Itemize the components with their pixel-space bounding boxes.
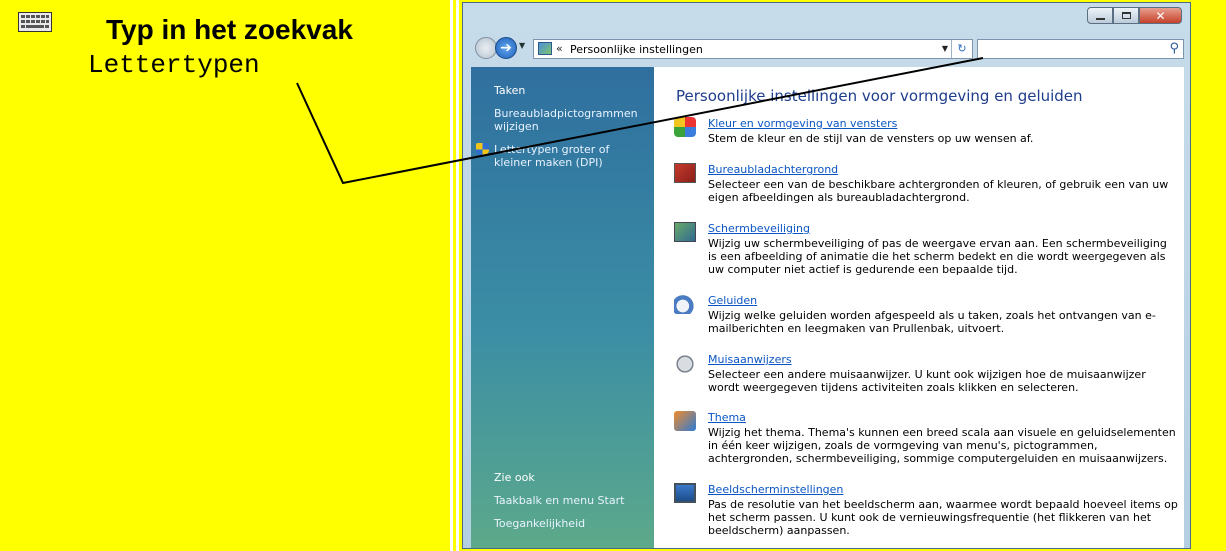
see-also-heading: Zie ook: [494, 471, 535, 484]
mouse-pointer-icon[interactable]: [674, 353, 696, 373]
minimize-button[interactable]: [1087, 7, 1113, 24]
instruction-title: Typ in het zoekvak: [106, 14, 353, 45]
task-pane: Taken Bureaubladpictogrammen wijzigen Le…: [471, 67, 654, 548]
back-button[interactable]: [475, 37, 497, 59]
address-bar[interactable]: « Persoonlijke instellingen ▼ ↻: [533, 39, 973, 59]
maximize-button[interactable]: [1113, 7, 1139, 24]
item-description: Selecteer een van de beschikbare achterg…: [708, 178, 1169, 205]
item-description: Pas de resolutie van het beeldscherm aan…: [708, 498, 1178, 538]
control-panel-icon: [538, 42, 552, 55]
window-color-link[interactable]: Kleur en vormgeving van vensters: [708, 117, 897, 130]
mouse-pointers-link[interactable]: Muisaanwijzers: [708, 353, 792, 366]
divider-left: [450, 0, 453, 551]
close-button[interactable]: ✕: [1139, 7, 1182, 24]
item-description: Wijzig uw schermbeveiliging of pas de we…: [708, 237, 1167, 277]
desktop-background-link[interactable]: Bureaubladachtergrond: [708, 163, 838, 176]
item-description: Wijzig het thema. Thema's kunnen een bre…: [708, 426, 1176, 466]
task-link-desktop-icons[interactable]: Bureaubladpictogrammen wijzigen: [494, 107, 644, 133]
refresh-button[interactable]: ↻: [951, 40, 972, 58]
control-panel-window: ✕ ➔ ▼ « Persoonlijke instellingen ▼ ↻ ⚲ …: [462, 2, 1191, 549]
instruction-input-text: Lettertypen: [88, 50, 260, 80]
item-description: Stem de kleur en de stijl van de venster…: [708, 132, 1034, 145]
sounds-link[interactable]: Geluiden: [708, 294, 757, 307]
screensaver-icon[interactable]: [674, 222, 696, 242]
screensaver-link[interactable]: Schermbeveiliging: [708, 222, 810, 235]
close-icon: ✕: [1155, 8, 1166, 23]
sound-icon[interactable]: [674, 294, 696, 314]
item-description: Wijzig welke geluiden worden afgespeeld …: [708, 309, 1156, 336]
breadcrumb-overflow[interactable]: «: [556, 42, 563, 55]
window-controls: ✕: [1087, 7, 1182, 24]
search-input[interactable]: ⚲: [977, 39, 1184, 59]
see-also-link-accessibility[interactable]: Toegankelijkheid: [494, 517, 585, 530]
recent-pages-dropdown[interactable]: ▼: [519, 41, 525, 50]
keyboard-icon: [18, 12, 52, 32]
tasks-heading: Taken: [494, 84, 526, 97]
item-description: Selecteer een andere muisaanwijzer. U ku…: [708, 368, 1146, 395]
desktop-background-icon[interactable]: [674, 163, 696, 183]
see-also-link-taskbar[interactable]: Taakbalk en menu Start: [494, 494, 624, 507]
theme-link[interactable]: Thema: [708, 411, 746, 424]
color-palette-icon[interactable]: [674, 117, 696, 137]
minimize-icon: [1095, 17, 1105, 20]
display-settings-icon[interactable]: [674, 483, 696, 503]
task-link-font-size[interactable]: Lettertypen groter of kleiner maken (DPI…: [494, 143, 644, 169]
maximize-icon: [1121, 12, 1131, 19]
navigation-bar: ➔ ▼ « Persoonlijke instellingen ▼ ↻ ⚲: [471, 35, 1184, 61]
theme-icon[interactable]: [674, 411, 696, 431]
address-dropdown-icon[interactable]: ▼: [942, 44, 948, 53]
content-pane: Persoonlijke instellingen voor vormgevin…: [654, 67, 1184, 548]
breadcrumb-current[interactable]: Persoonlijke instellingen: [570, 43, 703, 56]
uac-shield-icon: [476, 143, 489, 156]
forward-button[interactable]: ➔: [495, 37, 517, 59]
search-icon[interactable]: ⚲: [1169, 42, 1179, 56]
forward-arrow-icon: ➔: [500, 40, 512, 56]
refresh-icon: ↻: [957, 42, 967, 55]
display-settings-link[interactable]: Beeldscherminstellingen: [708, 483, 843, 496]
page-title: Persoonlijke instellingen voor vormgevin…: [676, 87, 1083, 105]
divider-right: [456, 0, 459, 551]
